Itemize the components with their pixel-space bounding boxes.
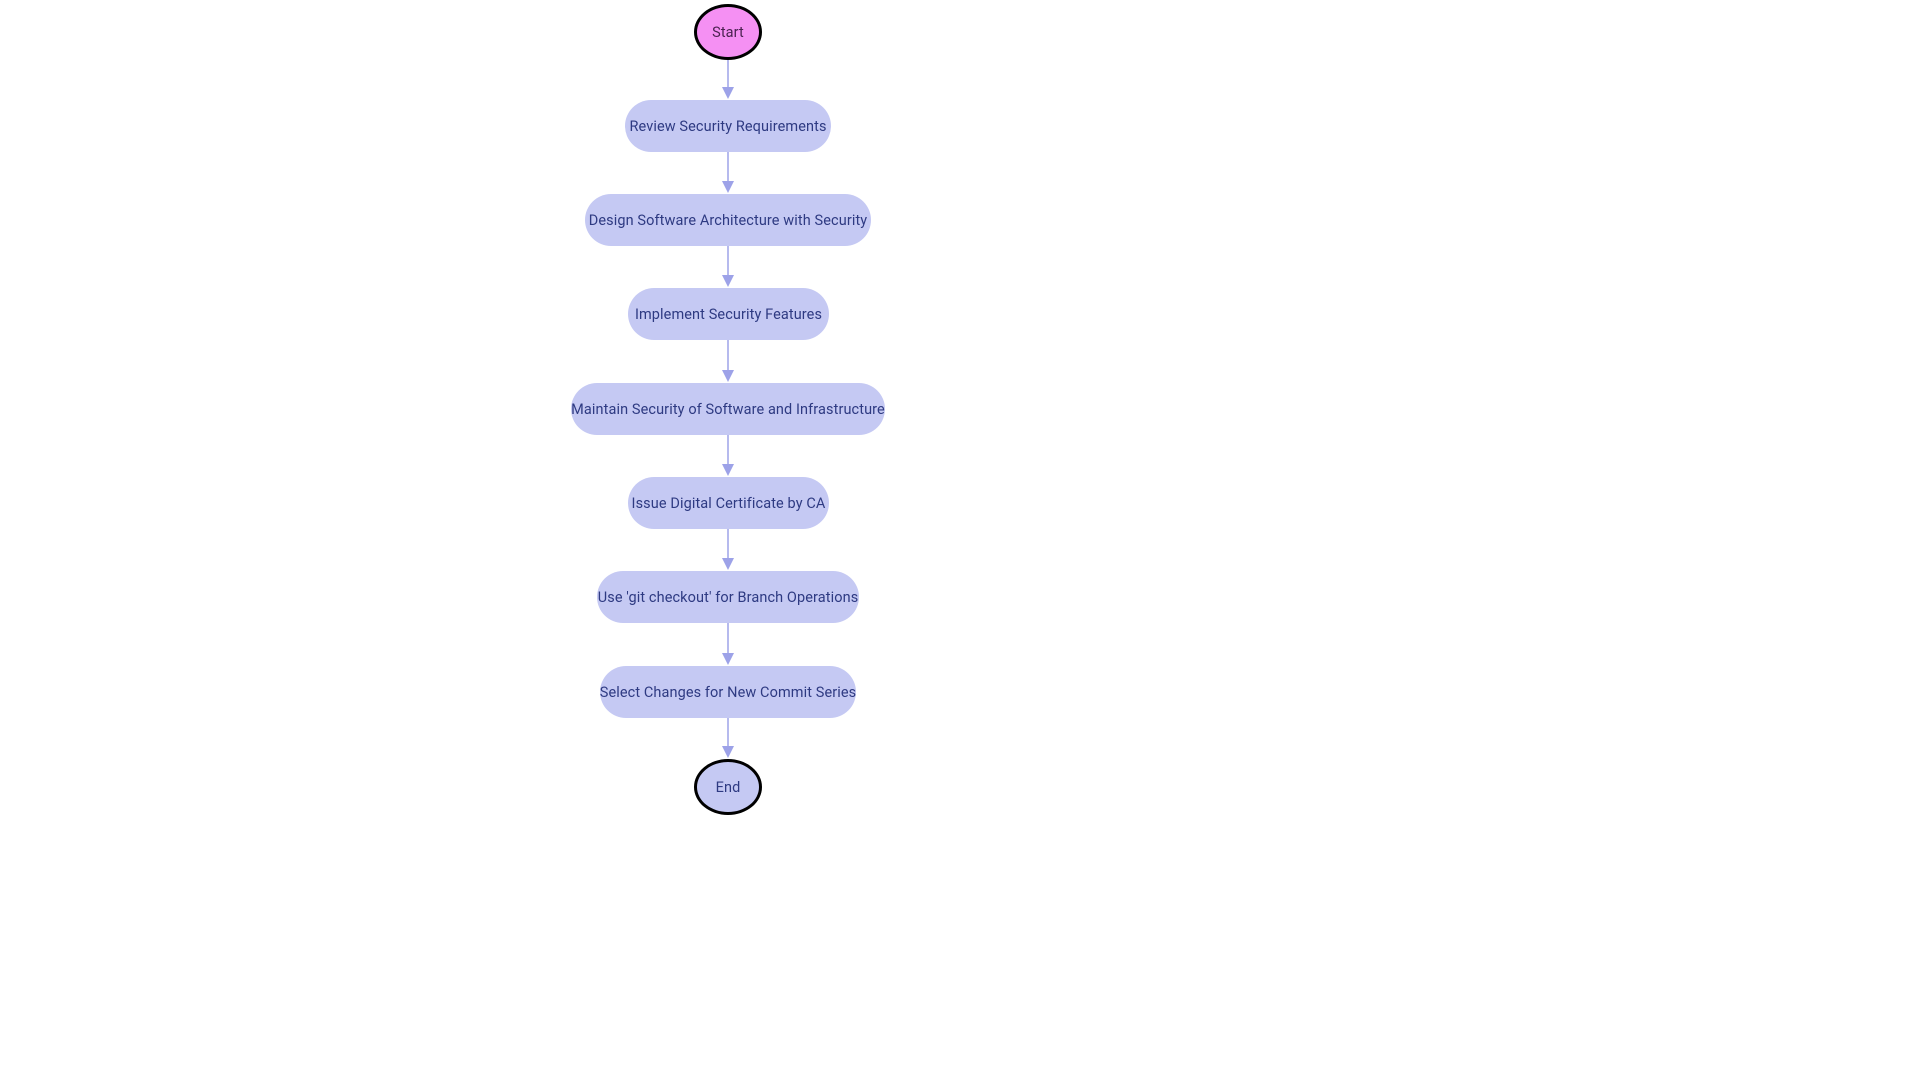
node-label: Use 'git checkout' for Branch Operations bbox=[598, 589, 859, 606]
node-label: Implement Security Features bbox=[635, 306, 822, 323]
node-label: Review Security Requirements bbox=[629, 118, 826, 135]
terminal-start: Start bbox=[694, 4, 762, 60]
node-label: Issue Digital Certificate by CA bbox=[632, 495, 826, 512]
node-label: Maintain Security of Software and Infras… bbox=[571, 401, 885, 418]
process-review-security-requirements: Review Security Requirements bbox=[625, 100, 831, 152]
process-select-changes: Select Changes for New Commit Series bbox=[600, 666, 856, 718]
process-maintain-security: Maintain Security of Software and Infras… bbox=[571, 383, 885, 435]
process-issue-certificate: Issue Digital Certificate by CA bbox=[628, 477, 829, 529]
terminal-start-label: Start bbox=[712, 24, 744, 41]
terminal-end-label: End bbox=[716, 779, 741, 796]
terminal-end: End bbox=[694, 759, 762, 815]
flowchart-canvas: Start Review Security Requirements Desig… bbox=[0, 0, 1920, 1080]
process-implement-security: Implement Security Features bbox=[628, 288, 829, 340]
process-design-architecture: Design Software Architecture with Securi… bbox=[585, 194, 871, 246]
node-label: Select Changes for New Commit Series bbox=[600, 684, 857, 701]
flowchart-arrows bbox=[0, 0, 1920, 1080]
process-git-checkout: Use 'git checkout' for Branch Operations bbox=[597, 571, 859, 623]
node-label: Design Software Architecture with Securi… bbox=[589, 212, 868, 229]
